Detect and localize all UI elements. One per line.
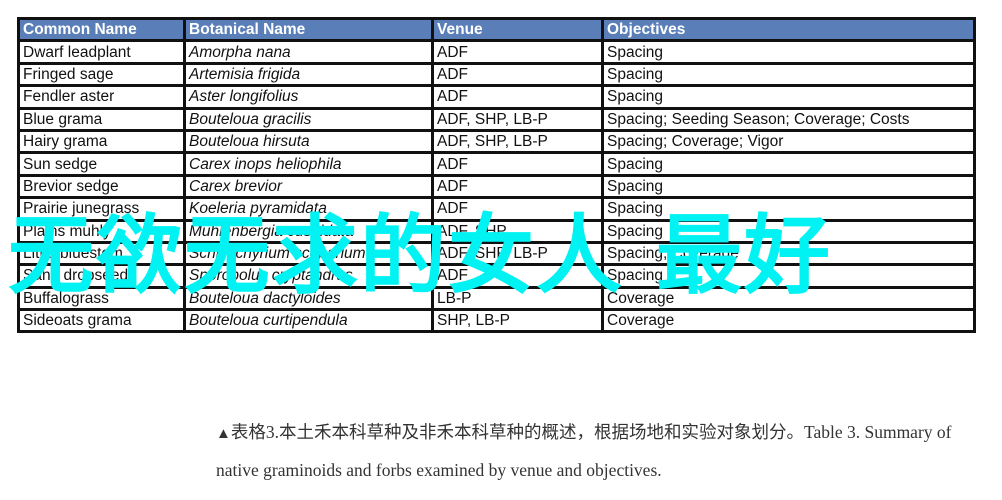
table-row: Fendler aster Aster longifolius ADF Spacing: [17, 84, 976, 110]
cell-objectives: Coverage: [601, 308, 976, 334]
table-row: Dwarf leadplant Amorpha nana ADF Spacing: [17, 39, 976, 65]
table-row: Blue grama Bouteloua gracilis ADF, SHP, LB…: [17, 106, 976, 132]
table-caption: ▲表格3.本土禾本科草种及非禾本科草种的概述，根据场地和实验对象划分。Table…: [216, 414, 986, 488]
table-header-row: Common Name Botanical Name Venue Objecti…: [17, 16, 976, 43]
cell-botanical-name: Amorpha nana: [183, 39, 434, 65]
cell-objectives: Spacing: [601, 39, 976, 65]
cell-objectives: Spacing: [601, 173, 976, 200]
caption-text: 表格3.本土禾本科草种及非禾本科草种的概述，根据场地和实验对象划分。Table …: [216, 422, 952, 480]
cell-common-name: Fendler aster: [17, 84, 186, 110]
table-row: Fringed sage Artemisia frigida ADF Spacing: [17, 61, 976, 88]
cell-botanical-name: Artemisia frigida: [183, 61, 434, 88]
header-venue: Venue: [431, 16, 604, 43]
cell-botanical-name: Carex brevior: [183, 173, 434, 200]
table-row: Brevior sedge Carex brevior ADF Spacing: [17, 173, 976, 200]
cell-common-name: Sun sedge: [17, 151, 186, 177]
cell-common-name: Dwarf leadplant: [17, 39, 186, 65]
table-row: Sideoats grama Bouteloua curtipendula SHP,…: [17, 308, 976, 334]
cell-botanical-name: Bouteloua hirsuta: [183, 128, 434, 155]
cell-venue: ADF: [431, 151, 604, 177]
cell-botanical-name: Bouteloua gracilis: [183, 106, 434, 132]
cell-objectives: Spacing; Coverage; Vigor: [601, 128, 976, 155]
cell-objectives: Spacing: [601, 61, 976, 88]
cell-common-name: Fringed sage: [17, 61, 186, 88]
cell-venue: ADF, SHP, LB-P: [431, 128, 604, 155]
cell-common-name: Blue grama: [17, 106, 186, 132]
cell-common-name: Brevior sedge: [17, 173, 186, 200]
table-row: Hairy grama Bouteloua hirsuta ADF, SHP, LB…: [17, 128, 976, 155]
header-objectives: Objectives: [601, 16, 976, 43]
watermark-overlay: 无欲无求的女人 最好: [8, 206, 832, 306]
cell-venue: ADF: [431, 61, 604, 88]
cell-venue: ADF: [431, 39, 604, 65]
cell-objectives: Spacing; Seeding Season; Coverage; Costs: [601, 106, 976, 132]
header-botanical-name: Botanical Name: [183, 16, 434, 43]
header-common-name: Common Name: [17, 16, 186, 43]
cell-venue: ADF, SHP, LB-P: [431, 106, 604, 132]
triangle-marker-icon: ▲: [216, 426, 231, 442]
cell-common-name: Hairy grama: [17, 128, 186, 155]
cell-venue: SHP, LB-P: [431, 308, 604, 334]
cell-botanical-name: Bouteloua curtipendula: [183, 308, 434, 334]
table-row: Sun sedge Carex inops heliophila ADF Spacin…: [17, 151, 976, 177]
cell-objectives: Spacing: [601, 151, 976, 177]
cell-venue: ADF: [431, 84, 604, 110]
cell-common-name: Sideoats grama: [17, 308, 186, 334]
cell-venue: ADF: [431, 173, 604, 200]
cell-botanical-name: Carex inops heliophila: [183, 151, 434, 177]
cell-objectives: Spacing: [601, 84, 976, 110]
cell-botanical-name: Aster longifolius: [183, 84, 434, 110]
